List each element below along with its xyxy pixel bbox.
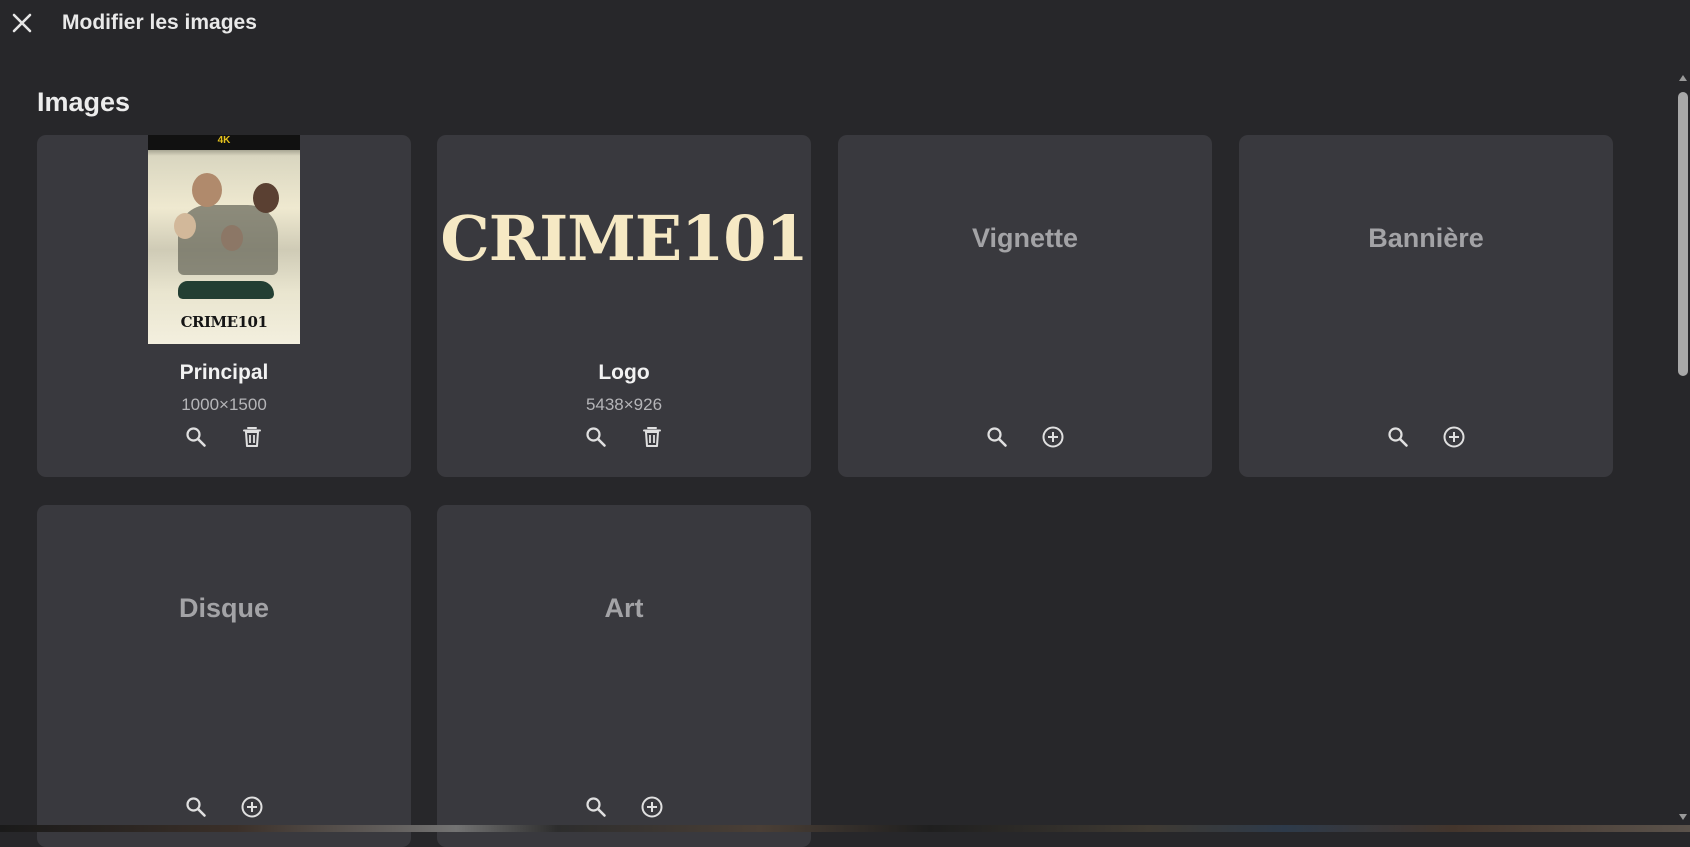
search-button[interactable] [183, 424, 209, 450]
search-button[interactable] [583, 794, 609, 820]
search-button[interactable] [183, 794, 209, 820]
search-icon [987, 427, 1007, 447]
card-label: Logo [598, 361, 650, 384]
vertical-scrollbar[interactable] [1678, 75, 1688, 820]
card-placeholder-label: Vignette [971, 223, 1079, 253]
poster-image[interactable]: 4K CRIME101 [148, 135, 300, 344]
search-icon [186, 427, 206, 447]
dialog-title: Modifier les images [62, 11, 257, 34]
delete-icon [643, 427, 661, 447]
poster-badge: 4K [217, 135, 231, 146]
close-button[interactable] [9, 10, 35, 36]
card-actions [37, 424, 411, 450]
images-section-title: Images [37, 87, 131, 117]
search-icon [186, 797, 206, 817]
add-icon [1443, 426, 1465, 448]
poster-title-text: CRIME101 [180, 313, 268, 331]
delete-icon [243, 427, 261, 447]
image-card-principal: 4K CRIME101 Principal 1000×1500 [37, 135, 411, 477]
image-card-disque: Disque [37, 505, 411, 847]
card-actions [37, 794, 411, 820]
scroll-down-arrow-icon[interactable] [1679, 814, 1687, 820]
card-placeholder-label: Bannière [1368, 223, 1484, 253]
search-icon [586, 427, 606, 447]
logo-image[interactable]: CRIME101 [437, 205, 811, 269]
add-button[interactable] [1441, 424, 1467, 450]
card-actions [838, 424, 1212, 450]
delete-button[interactable] [239, 424, 265, 450]
card-dimensions: 5438×926 [585, 395, 663, 414]
search-button[interactable] [1385, 424, 1411, 450]
add-icon [241, 796, 263, 818]
image-card-art: Art [437, 505, 811, 847]
image-card-banniere: Bannière [1239, 135, 1613, 477]
image-card-logo: CRIME101 Logo 5438×926 [437, 135, 811, 477]
background-strip [0, 825, 1690, 832]
card-actions [437, 794, 811, 820]
search-icon [1388, 427, 1408, 447]
card-placeholder-label: Disque [178, 593, 270, 623]
search-icon [586, 797, 606, 817]
search-button[interactable] [583, 424, 609, 450]
dialog-header: Modifier les images [0, 0, 1690, 50]
card-label: Principal [179, 361, 269, 384]
add-button[interactable] [239, 794, 265, 820]
add-button[interactable] [639, 794, 665, 820]
card-dimensions: 1000×1500 [181, 395, 267, 414]
delete-button[interactable] [639, 424, 665, 450]
image-card-vignette: Vignette [838, 135, 1212, 477]
add-icon [1042, 426, 1064, 448]
close-icon [12, 13, 32, 33]
add-button[interactable] [1040, 424, 1066, 450]
scroll-thumb[interactable] [1678, 92, 1688, 376]
search-button[interactable] [984, 424, 1010, 450]
card-placeholder-label: Art [604, 593, 644, 623]
card-actions [437, 424, 811, 450]
card-actions [1239, 424, 1613, 450]
scroll-up-arrow-icon[interactable] [1679, 75, 1687, 81]
logo-text: CRIME101 [440, 205, 808, 269]
add-icon [641, 796, 663, 818]
